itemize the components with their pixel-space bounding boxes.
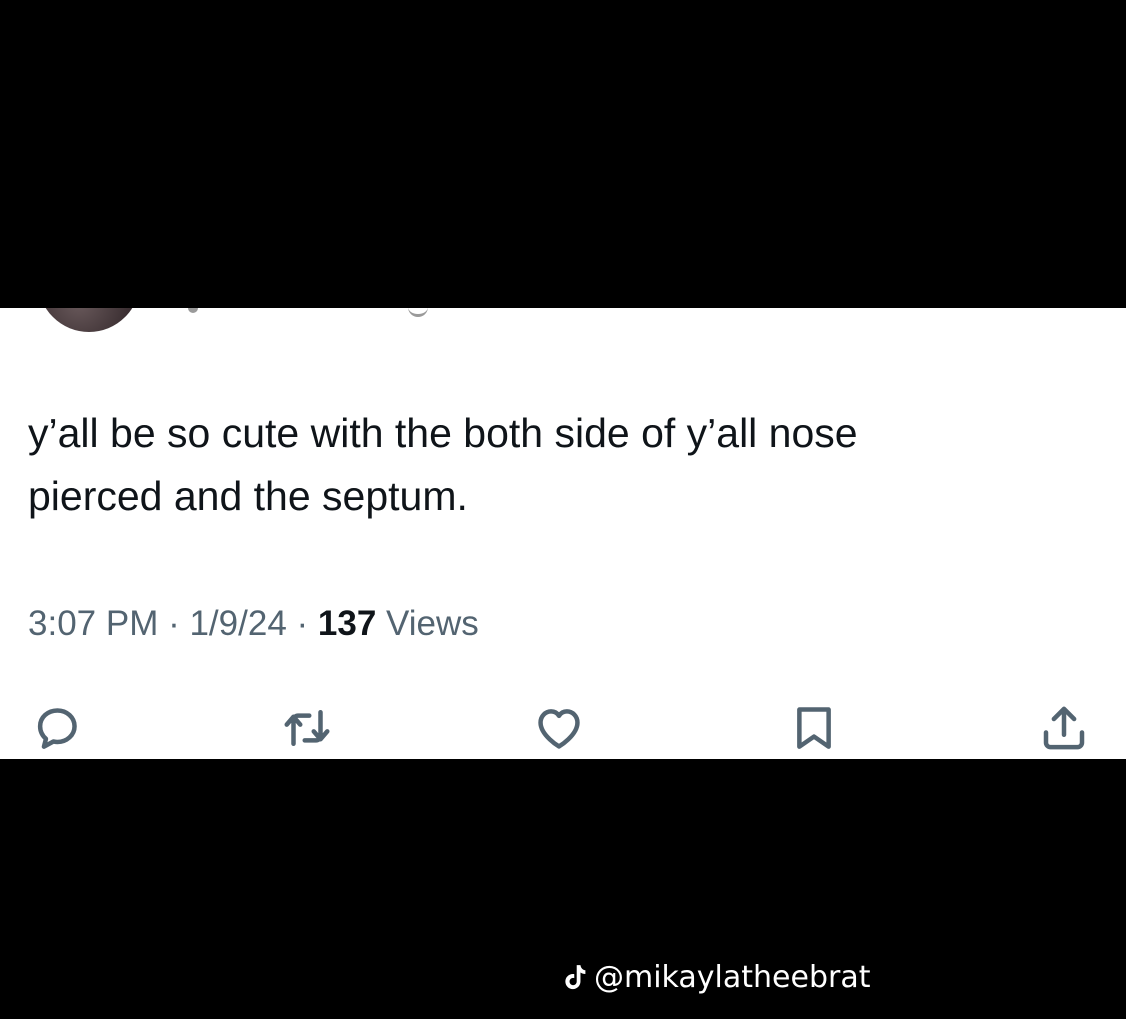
- top-letterbox: [0, 0, 1126, 308]
- bookmark-icon: [797, 707, 831, 749]
- views-count[interactable]: 137: [318, 604, 376, 643]
- tiktok-icon: [565, 964, 586, 989]
- retweet-icon: [284, 710, 330, 746]
- reply-icon: [37, 708, 77, 749]
- retweet-button[interactable]: [277, 698, 337, 758]
- reply-button[interactable]: [27, 698, 87, 758]
- like-button[interactable]: [529, 698, 589, 758]
- tweet-time[interactable]: 3:07 PM: [28, 604, 158, 643]
- heart-icon: [538, 709, 580, 749]
- display-name-fragment: [188, 308, 198, 313]
- tweet-date[interactable]: 1/9/24: [189, 604, 286, 643]
- views-label[interactable]: Views: [376, 604, 479, 643]
- watermark-handle: @mikaylatheebrat: [594, 960, 871, 995]
- tweet-meta: 3:07 PM · 1/9/24 · 137 Views: [28, 604, 479, 644]
- avatar[interactable]: [38, 308, 140, 332]
- username-fragment: [408, 308, 428, 317]
- share-icon: [1043, 706, 1085, 750]
- watermark: @mikaylatheebrat: [562, 960, 870, 995]
- tweet-card: y’all be so cute with the both side of y…: [0, 308, 1126, 759]
- action-bar: [0, 698, 1126, 758]
- share-button[interactable]: [1034, 698, 1094, 758]
- meta-separator: ·: [158, 604, 190, 643]
- bookmark-button[interactable]: [784, 698, 844, 758]
- meta-separator: ·: [286, 604, 318, 643]
- tweet-text: y’all be so cute with the both side of y…: [28, 410, 858, 519]
